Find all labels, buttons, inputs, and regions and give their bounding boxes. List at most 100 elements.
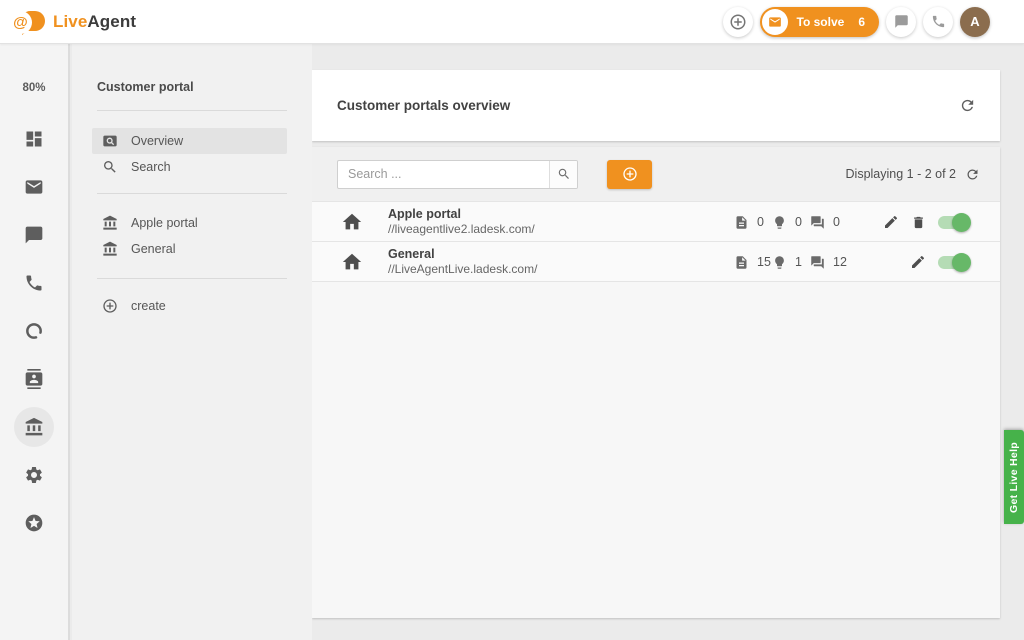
refresh-list-button[interactable]	[965, 167, 980, 182]
envelope-icon	[761, 8, 788, 35]
table-toolbar: Displaying 1 - 2 of 2	[312, 147, 1000, 201]
portal-icon	[24, 417, 44, 437]
search-group	[337, 159, 578, 189]
table-row-apple-portal[interactable]: Apple portal //liveagentlive2.ladesk.com…	[312, 202, 1000, 242]
lightbulb-icon	[772, 215, 787, 230]
portal-enabled-toggle[interactable]	[938, 212, 971, 232]
overview-icon	[102, 133, 118, 149]
dashboard-icon	[24, 129, 44, 149]
rail-item-social[interactable]	[14, 311, 54, 351]
bank-icon	[102, 215, 118, 231]
liveagent-logo: @ LiveAgent	[10, 8, 136, 36]
panel-nav-group: Overview Search	[72, 128, 312, 180]
rail-item-calls[interactable]	[14, 263, 54, 303]
page-title: Customer portals overview	[337, 98, 511, 113]
ring-icon	[24, 321, 44, 341]
brand-wordmark: LiveAgent	[53, 12, 136, 32]
add-circle-outline-icon	[102, 298, 118, 314]
panel-item-apple-portal[interactable]: Apple portal	[92, 210, 287, 236]
chat-icon	[24, 225, 44, 245]
call-button[interactable]	[923, 6, 953, 37]
home-icon	[341, 211, 363, 233]
portal-rows: Apple portal //liveagentlive2.ladesk.com…	[312, 201, 1000, 282]
forum-count: 12	[810, 255, 848, 270]
search-icon	[557, 167, 571, 181]
add-button[interactable]	[722, 6, 753, 37]
forum-icon	[810, 255, 825, 270]
portals-table-card: Displaying 1 - 2 of 2 Apple portal //liv…	[312, 147, 1000, 618]
phone-icon	[24, 273, 44, 293]
rail-item-addons[interactable]	[14, 503, 54, 543]
panel-divider	[97, 278, 287, 279]
panel-item-label: Overview	[131, 134, 184, 148]
mail-icon	[24, 177, 44, 197]
panel-divider	[97, 110, 287, 111]
forum-icon	[810, 215, 825, 230]
contacts-icon	[24, 369, 44, 389]
edit-button[interactable]	[883, 214, 899, 230]
header-actions: To solve 6 A	[722, 6, 990, 37]
panel-item-label: create	[131, 299, 166, 313]
row-counts: 15 1 12	[734, 242, 848, 282]
suggestions-count-value: 0	[795, 215, 802, 229]
get-live-help-tab[interactable]: Get Live Help	[1004, 430, 1024, 524]
pencil-icon	[883, 214, 899, 230]
to-solve-count: 6	[858, 14, 865, 29]
panel-divider	[97, 193, 287, 194]
rail-item-contacts[interactable]	[14, 359, 54, 399]
panel-item-general[interactable]: General	[92, 236, 287, 262]
panel-create-group: create	[72, 293, 312, 319]
addons-icon	[24, 513, 44, 533]
trash-icon	[911, 215, 926, 230]
search-submit-button[interactable]	[549, 160, 577, 188]
forum-count-value: 0	[833, 215, 840, 229]
chat-button[interactable]	[886, 6, 916, 37]
rail-item-settings[interactable]	[14, 455, 54, 495]
refresh-icon	[959, 97, 976, 114]
bank-icon	[102, 241, 118, 257]
suggestions-count-value: 1	[795, 255, 802, 269]
forum-count: 0	[810, 215, 848, 230]
chat-icon	[894, 14, 909, 29]
avatar[interactable]: A	[960, 6, 990, 37]
articles-count: 15	[734, 255, 772, 270]
table-row-general[interactable]: General //LiveAgentLive.ladesk.com/ 15 1…	[312, 242, 1000, 282]
icon-rail: 80%	[0, 44, 70, 640]
add-circle-outline-icon	[622, 166, 638, 182]
panel-item-search[interactable]: Search	[92, 154, 287, 180]
portal-url: //LiveAgentLive.ladesk.com/	[388, 262, 538, 276]
delete-button[interactable]	[911, 215, 926, 230]
to-solve-label: To solve	[796, 14, 845, 29]
refresh-button[interactable]	[959, 97, 976, 114]
rail-item-customer-portal[interactable]	[14, 407, 54, 447]
rail-item-dashboard[interactable]	[14, 119, 54, 159]
row-text: Apple portal //liveagentlive2.ladesk.com…	[388, 207, 535, 237]
settings-icon	[24, 465, 44, 485]
to-solve-button[interactable]: To solve 6	[759, 6, 879, 37]
portal-enabled-toggle[interactable]	[938, 252, 971, 272]
search-icon	[102, 159, 118, 175]
liveagent-logo-icon: @	[10, 8, 46, 36]
portal-name: Apple portal	[388, 207, 461, 221]
panel-title: Customer portal	[97, 80, 194, 94]
phone-icon	[931, 14, 946, 29]
row-text: General //LiveAgentLive.ladesk.com/	[388, 247, 537, 277]
panel-item-label: General	[131, 242, 176, 256]
articles-count-value: 15	[757, 255, 771, 269]
search-input[interactable]	[338, 160, 549, 188]
forum-count-value: 12	[833, 255, 847, 269]
panel-item-label: Apple portal	[131, 216, 198, 230]
panel-item-overview[interactable]: Overview	[92, 128, 287, 154]
create-portal-button[interactable]	[607, 159, 652, 189]
panel-portals-group: Apple portal General	[72, 210, 312, 262]
portal-url: //liveagentlive2.ladesk.com/	[388, 222, 535, 236]
suggestions-count: 1	[772, 255, 810, 270]
article-icon	[734, 255, 749, 270]
rail-item-chats[interactable]	[14, 215, 54, 255]
brand-live: Live	[53, 11, 88, 31]
edit-button[interactable]	[910, 254, 926, 270]
panel-item-label: Search	[131, 160, 171, 174]
rail-item-tickets[interactable]	[14, 167, 54, 207]
page-title-card: Customer portals overview	[312, 70, 1000, 141]
panel-item-create[interactable]: create	[92, 293, 287, 319]
